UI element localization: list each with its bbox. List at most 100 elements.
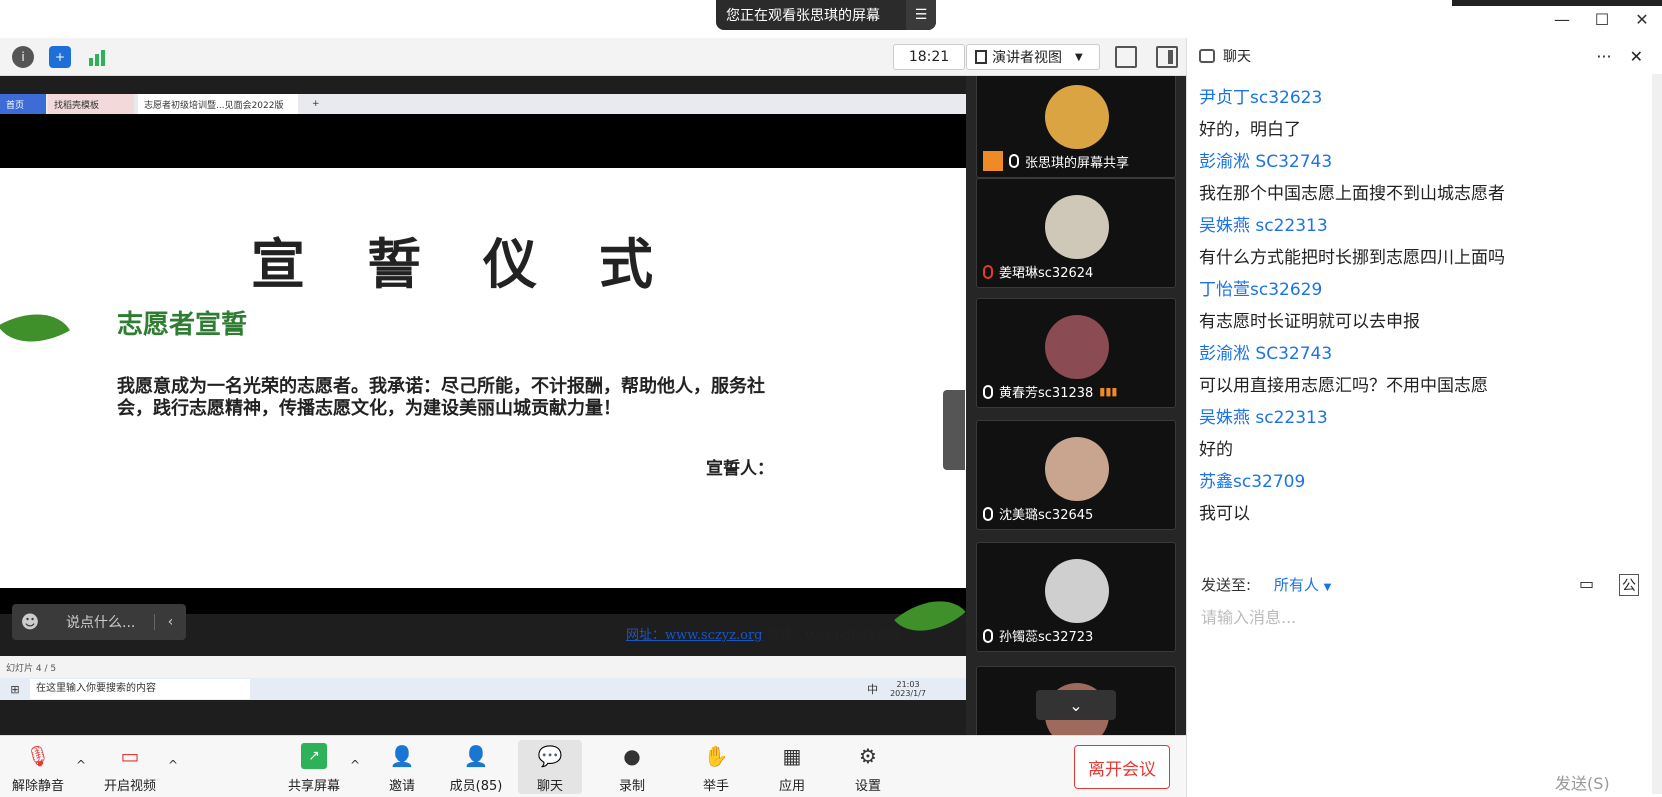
announcement-icon[interactable]: 公 [1619,574,1639,596]
message-sender[interactable]: 吴姝燕 sc22313 [1199,402,1639,434]
participant-card[interactable]: 黄春芳sc31238 ▮▮▮ [976,298,1176,408]
meeting-window: 您正在观看张思琪的屏幕 ☰ — ☐ ✕ i + 18:21 演讲者视图 ▼ 首页… [0,0,1662,797]
share-screen-button[interactable]: ↗ 共享屏幕 [282,740,346,794]
leave-meeting-button[interactable]: 离开会议 [1074,745,1170,789]
scroll-down-icon[interactable]: ⌄ [1036,690,1116,720]
raise-hand-button[interactable]: ✋ 举手 [684,740,748,794]
send-to-dropdown[interactable]: 所有人 [1274,576,1319,594]
video-label: 开启视频 [103,779,156,794]
emoji-icon[interactable]: ☻ [12,612,48,633]
sidebar-toggle-icon[interactable] [1156,46,1178,68]
message-text: 好的 [1199,440,1233,460]
chat-panel: 聊天 ··· ✕ 尹贞丁sc32623 好的，明白了 彭渝淞 SC32743 我… [1186,38,1662,797]
share-screen-icon: ↗ [301,743,327,769]
avatar [1045,85,1109,149]
participant-column: 张思琪的屏幕共享 姜珺琳sc32624 黄春芳sc31238 ▮▮▮ 沈美璐sc… [966,76,1186,735]
chat-button[interactable]: 💬 聊天 [518,740,582,794]
message-sender[interactable]: 彭渝淞 SC32743 [1199,338,1639,370]
avatar [1045,315,1109,379]
start-video-button[interactable]: ▭ 开启视频 [98,740,162,794]
slide-subtitle: 志愿者宣誓 [117,310,248,340]
close-chat-icon[interactable]: ✕ [1630,47,1662,66]
message-text: 有志愿时长证明就可以去申报 [1199,312,1420,332]
chat-bubble-icon: 💬 [537,744,563,768]
share-options-icon[interactable]: ^ [350,758,360,772]
chat-messages: 尹贞丁sc32623 好的，明白了 彭渝淞 SC32743 我在那个中国志愿上面… [1199,82,1639,530]
fullscreen-icon[interactable] [1115,46,1137,68]
chat-header: 聊天 ··· ✕ [1187,38,1662,74]
members-label: 成员(85) [449,779,503,794]
start-icon[interactable]: ⊞ [0,683,30,696]
collapse-icon[interactable]: ‹ [154,614,186,630]
security-shield-icon[interactable]: + [49,46,71,68]
tab-template[interactable]: 找稻壳模板 [48,94,134,114]
message-sender[interactable]: 尹贞丁sc32623 [1199,82,1639,114]
message-sender[interactable]: 吴姝燕 sc22313 [1199,210,1639,242]
settings-button[interactable]: ⚙ 设置 [836,740,900,794]
banner-menu-icon[interactable]: ☰ [906,0,936,30]
record-label: 录制 [618,779,645,794]
signer-label: 宣誓人： [706,459,774,479]
signal-strength-icon[interactable] [86,46,108,68]
audio-options-icon[interactable]: ^ [76,758,86,772]
windows-taskbar: ⊞ 在这里输入你要搜索的内容 中 21:03 2023/1/7 [0,678,966,700]
mic-muted-icon [983,264,993,279]
folder-icon[interactable]: ▭ [1579,574,1594,593]
ime-indicator[interactable]: 中 [867,681,878,697]
invite-label: 邀请 [388,779,415,794]
participant-name-label: 张思琪的屏幕共享 [1025,155,1130,171]
participant-card[interactable]: 姜珺琳sc32624 [976,178,1176,288]
tray-clock: 21:03 2023/1/7 [890,680,926,698]
send-to-row: 发送至: 所有人 ▼ [1201,574,1331,595]
participant-name-label: 沈美璐sc32645 [999,508,1094,523]
speaker-view-dropdown[interactable]: 演讲者视图 ▼ [966,44,1100,70]
apps-icon: ▦ [782,744,802,768]
maximize-icon[interactable]: ☐ [1582,0,1622,38]
settings-label: 设置 [854,779,881,794]
wps-tab-bar: 首页 找稻壳模板 志愿者初级培训暨...见面会2022版 + [0,94,966,114]
invite-button[interactable]: 👤 邀请 [370,740,434,794]
floating-chat-input[interactable]: ☻ 说点什么... ‹ [12,604,186,640]
hand-icon: ✋ [703,744,729,768]
site-label: 网址： [626,628,666,643]
panel-collapse-handle[interactable] [943,390,965,470]
close-icon[interactable]: ✕ [1622,0,1662,38]
unmute-button[interactable]: 🎙 解除静音 [6,740,70,794]
message-input[interactable]: 请输入消息... [1201,604,1296,628]
message-text: 可以用直接用志愿汇吗？不用中国志愿 [1199,376,1488,396]
site-url[interactable]: www.sczyz.org [665,628,762,643]
window-controls: — ☐ ✕ [1542,0,1662,38]
participant-card[interactable]: 沈美璐sc32645 [976,420,1176,530]
participant-name: 姜珺琳sc32624 [983,262,1093,281]
video-options-icon[interactable]: ^ [168,758,178,772]
slide-counter: 幻灯片 4 / 5 [6,663,57,674]
message-sender[interactable]: 丁怡萱sc32629 [1199,274,1639,306]
mic-icon [1009,154,1019,168]
participant-name-label: 姜珺琳sc32624 [999,266,1094,281]
message-sender[interactable]: 彭渝淞 SC32743 [1199,146,1639,178]
more-icon[interactable]: ··· [1596,47,1621,66]
participant-card[interactable]: 孙镯蕊sc32723 [976,542,1176,652]
chat-title: 聊天 [1223,49,1251,65]
chevron-down-icon[interactable]: ▼ [1324,582,1332,593]
message-sender[interactable]: 苏鑫sc32709 [1199,466,1639,498]
pledge-text: 我愿意成为一名光荣的志愿者。我承诺：尽己所能，不计报酬，帮助他人，服务社 会，践… [117,376,847,420]
gear-icon: ⚙ [859,744,877,768]
send-button[interactable]: 发送(S) [1555,770,1610,794]
minimize-icon[interactable]: — [1542,0,1582,38]
mic-icon [983,506,993,521]
new-tab-icon[interactable]: + [306,94,326,114]
tab-home[interactable]: 首页 [0,94,46,114]
record-button[interactable]: ● 录制 [600,740,664,794]
user-icon [983,151,1003,171]
participant-card[interactable]: 张思琪的屏幕共享 [976,76,1176,178]
apps-button[interactable]: ▦ 应用 [760,740,824,794]
tab-presentation[interactable]: 志愿者初级培训暨...见面会2022版 [138,94,298,114]
chat-scrollbar[interactable] [1652,74,1662,794]
members-button[interactable]: 👤 成员(85) [444,740,508,794]
pledge-line-2: 会，践行志愿精神，传播志愿文化，为建设美丽山城贡献力量！ [117,398,621,419]
slide-title: 宣誓仪式 [251,233,715,296]
avatar [1045,559,1109,623]
info-icon[interactable]: i [12,46,34,68]
taskbar-search[interactable]: 在这里输入你要搜索的内容 [30,679,250,699]
